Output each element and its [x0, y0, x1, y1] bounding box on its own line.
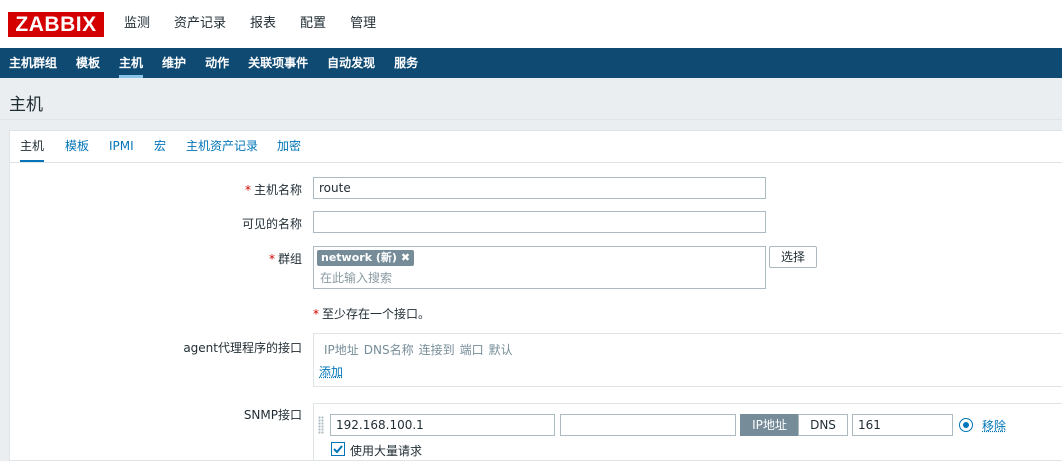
zabbix-logo[interactable]: ZABBIX [8, 12, 104, 37]
hostname-label: * 主机名称 [102, 181, 302, 198]
group-chip-label: network (新) [321, 251, 397, 264]
sub-menu-services[interactable]: 服务 [394, 48, 418, 78]
checkmark-icon [333, 445, 343, 454]
remove-chip-icon[interactable]: ✖ [401, 251, 410, 264]
snmp-interfaces-box: 192.168.100.1 IP地址 DNS 161 移除 使用大量请求 [313, 403, 1062, 460]
header-dns: DNS名称 [363, 343, 414, 357]
tab-templates[interactable]: 模板 [65, 131, 89, 162]
remove-interface-link[interactable]: 移除 [982, 417, 1006, 434]
sub-menu-maintenance[interactable]: 维护 [162, 48, 186, 78]
interface-hint-text: 至少存在一个接口。 [322, 307, 431, 321]
sub-menu-host-groups[interactable]: 主机群组 [9, 48, 57, 78]
snmp-ip-input[interactable]: 192.168.100.1 [330, 414, 555, 436]
hostname-label-text: 主机名称 [253, 183, 302, 197]
main-menu-administration[interactable]: 管理 [350, 0, 376, 48]
snmp-interfaces-label: SNMP接口 [243, 408, 302, 422]
sub-menu-discovery[interactable]: 自动发现 [327, 48, 375, 78]
tab-inventory[interactable]: 主机资产记录 [186, 131, 258, 162]
sub-menu-actions[interactable]: 动作 [205, 48, 229, 78]
main-menu-inventory[interactable]: 资产记录 [174, 0, 226, 48]
visible-name-input[interactable] [313, 211, 766, 233]
header-ip: IP地址 [324, 343, 359, 357]
visible-name-label: 可见的名称 [241, 217, 302, 231]
sub-menu-correlation[interactable]: 关联项事件 [248, 48, 308, 78]
sub-menu-templates[interactable]: 模板 [76, 48, 100, 78]
tab-host[interactable]: 主机 [20, 131, 45, 162]
page-title: 主机 [9, 95, 43, 115]
required-mark: * [313, 307, 319, 321]
group-chip: network (新) ✖ [317, 250, 415, 266]
connect-to-ip-button[interactable]: IP地址 [740, 414, 799, 436]
tab-encryption[interactable]: 加密 [277, 131, 301, 162]
tab-ipmi[interactable]: IPMI [109, 131, 134, 162]
default-interface-radio[interactable] [959, 418, 973, 432]
bulk-requests-checkbox[interactable] [331, 442, 345, 456]
snmp-dns-input[interactable] [560, 414, 736, 436]
interface-headers: IP地址 DNS名称 连接到 端口 默认 [324, 341, 518, 358]
select-groups-button[interactable]: 选择 [769, 246, 817, 268]
hostname-input[interactable]: route [313, 177, 766, 199]
connect-to-dns-button[interactable]: DNS [798, 414, 848, 436]
snmp-port-input[interactable]: 161 [852, 414, 953, 436]
groups-multiselect[interactable]: network (新) ✖ 在此输入搜索 [313, 246, 766, 289]
header-port: 端口 [459, 343, 484, 357]
main-menu-configuration[interactable]: 配置 [300, 0, 326, 48]
groups-search-input[interactable]: 在此输入搜索 [320, 269, 392, 286]
groups-label-text: 群组 [277, 252, 302, 266]
main-menu-monitoring[interactable]: 监测 [124, 0, 150, 48]
host-tabs: 主机 模板 IPMI 宏 主机资产记录 加密 [10, 131, 1062, 163]
sub-menu-hosts[interactable]: 主机 [119, 48, 144, 78]
required-mark: * [244, 183, 251, 197]
sub-menu: 主机群组 模板 主机 维护 动作 关联项事件 自动发现 服务 [0, 48, 1062, 78]
top-bar: ZABBIX 监测 资产记录 报表 配置 管理 [0, 0, 1062, 48]
host-form-panel: 主机 模板 IPMI 宏 主机资产记录 加密 * 主机名称 route 可见的名称… [9, 130, 1062, 461]
header-default: 默认 [488, 343, 513, 357]
add-agent-interface-link[interactable]: 添加 [319, 363, 343, 380]
bulk-requests-label: 使用大量请求 [350, 444, 423, 458]
drag-handle-icon[interactable] [318, 416, 324, 434]
header-connect: 连接到 [418, 343, 455, 357]
groups-label: * 群组 [102, 250, 302, 267]
required-mark: * [268, 252, 275, 266]
main-menu-reports[interactable]: 报表 [250, 0, 276, 48]
tab-macros[interactable]: 宏 [154, 131, 166, 162]
main-menu: 监测 资产记录 报表 配置 管理 [124, 0, 400, 48]
agent-interfaces-label: agent代理程序的接口 [183, 341, 302, 355]
interface-required-hint: * 至少存在一个接口。 [313, 305, 430, 322]
agent-interfaces-box: IP地址 DNS名称 连接到 端口 默认 添加 [313, 333, 1062, 387]
title-divider [0, 119, 1062, 120]
